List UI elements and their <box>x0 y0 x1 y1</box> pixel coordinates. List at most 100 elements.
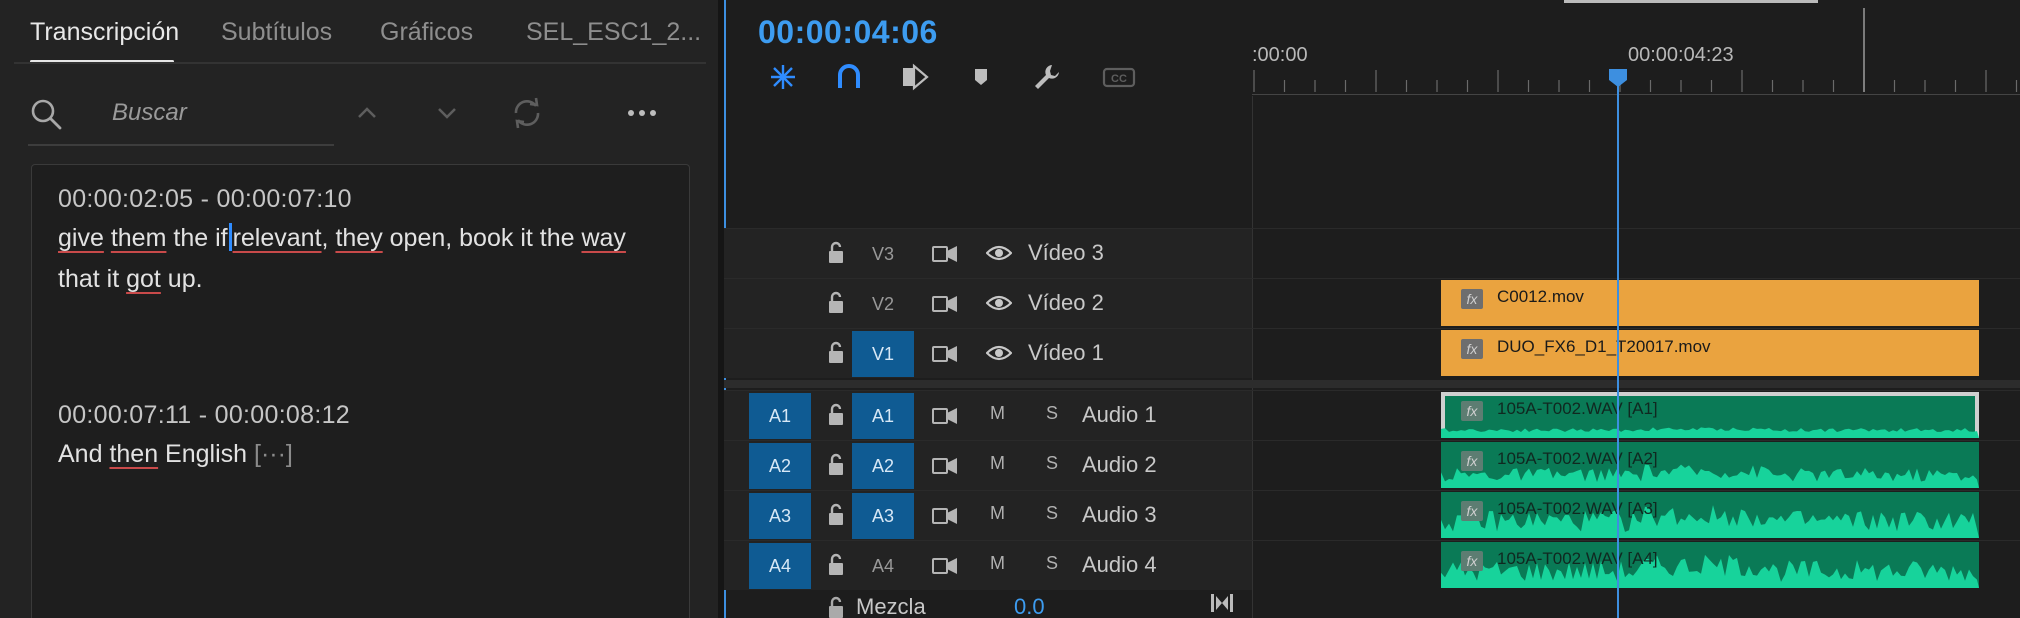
timeline-clip-v2[interactable]: fx C0012.mov <box>1441 280 1979 326</box>
tab-transcripcion[interactable]: Transcripción <box>30 18 179 47</box>
add-marker-icon[interactable] <box>966 62 996 92</box>
lock-track-icon[interactable] <box>826 553 846 577</box>
solo-button[interactable]: S <box>1046 453 1058 474</box>
playhead-handle[interactable] <box>1608 68 1628 88</box>
track-header-v3[interactable]: V3 Vídeo 3 <box>724 229 1252 278</box>
track-target-a3[interactable]: A3 <box>852 493 914 539</box>
lock-track-icon[interactable] <box>826 503 846 527</box>
fx-badge-icon[interactable]: fx <box>1461 451 1483 471</box>
tab-graficos[interactable]: Gráficos <box>380 18 473 47</box>
sync-lock-icon[interactable] <box>932 405 958 427</box>
transcript-word[interactable]: And <box>58 440 109 468</box>
refresh-icon[interactable] <box>510 96 544 130</box>
source-patch-a1[interactable]: A1 <box>749 393 811 439</box>
linked-selection-icon[interactable] <box>900 62 930 92</box>
lock-track-icon[interactable] <box>826 341 846 365</box>
timeline-panel: 00:00:04:06 CC :00:00 00:00:04:23 V3 Víd… <box>724 0 2020 618</box>
track-header-a1[interactable]: A1 A1 M S Audio 1 <box>724 391 1252 440</box>
fx-badge-icon[interactable]: fx <box>1461 289 1483 309</box>
tab-sequence[interactable]: SEL_ESC1_2... <box>526 18 701 47</box>
sync-lock-icon[interactable] <box>932 343 958 365</box>
source-patch-a3[interactable]: A3 <box>749 493 811 539</box>
captions-cc-icon[interactable]: CC <box>1102 62 1136 92</box>
track-target-v1[interactable]: V1 <box>852 331 914 377</box>
fx-badge-icon[interactable]: fx <box>1461 551 1483 571</box>
transcript-word[interactable]: way <box>581 224 625 252</box>
more-options-icon[interactable] <box>624 98 660 128</box>
transcript-word[interactable]: they <box>335 224 382 252</box>
sync-lock-icon[interactable] <box>932 455 958 477</box>
transcript-word[interactable]: them <box>111 224 167 252</box>
track-header-v1[interactable]: V1 Vídeo 1 <box>724 329 1252 378</box>
track-header-a3[interactable]: A3 A3 M S Audio 3 <box>724 491 1252 540</box>
lock-track-icon[interactable] <box>826 403 846 427</box>
timeline-clip-a2[interactable]: fx 105A-T002.WAV [A2] <box>1441 442 1979 488</box>
tab-subtitulos[interactable]: Subtítulos <box>221 18 332 47</box>
transcript-segment-2[interactable]: 00:00:07:11 - 00:00:08:12 And then Engli… <box>58 401 668 475</box>
mute-button[interactable]: M <box>990 403 1005 424</box>
transcript-word[interactable]: English <box>158 440 254 468</box>
toggle-output-eye-icon[interactable] <box>986 293 1012 313</box>
transcript-word[interactable]: , <box>322 224 336 252</box>
solo-button[interactable]: S <box>1046 503 1058 524</box>
timeline-clip-a3[interactable]: fx 105A-T002.WAV [A3] <box>1441 492 1979 538</box>
playhead-timecode[interactable]: 00:00:04:06 <box>758 14 938 51</box>
lock-track-icon[interactable] <box>826 291 846 315</box>
track-target-a4[interactable]: A4 <box>852 543 914 589</box>
timeline-clip-a4[interactable]: fx 105A-T002.WAV [A4] <box>1441 542 1979 588</box>
playhead-line[interactable] <box>1617 70 1619 618</box>
sync-lock-icon[interactable] <box>932 293 958 315</box>
wrench-settings-icon[interactable] <box>1032 62 1062 92</box>
time-ruler[interactable]: :00:00 00:00:04:23 <box>1252 0 2020 96</box>
fx-badge-icon[interactable]: fx <box>1461 501 1483 521</box>
transcript-word[interactable]: open, book it the <box>383 224 582 252</box>
toggle-output-eye-icon[interactable] <box>986 343 1012 363</box>
transcript-content[interactable]: 00:00:02:05 - 00:00:07:10 give them the … <box>31 164 690 618</box>
track-header-a2[interactable]: A2 A2 M S Audio 2 <box>724 441 1252 490</box>
inaudible-marker[interactable]: [···] <box>254 440 293 468</box>
sync-lock-icon[interactable] <box>932 243 958 265</box>
segment-text[interactable]: And then English [···] <box>58 434 668 475</box>
track-target-v3[interactable]: V3 <box>852 231 914 277</box>
mix-collapse-icon[interactable] <box>1210 592 1234 614</box>
transcript-word[interactable]: that it <box>58 265 126 293</box>
track-target-a1[interactable]: A1 <box>852 393 914 439</box>
track-header-v2[interactable]: V2 Vídeo 2 <box>724 279 1252 328</box>
transcript-word[interactable]: up. <box>161 265 203 293</box>
lock-track-icon[interactable] <box>826 241 846 265</box>
source-patch-a4[interactable]: A4 <box>749 543 811 589</box>
timeline-clip-v1[interactable]: fx DUO_FX6_D1_T20017.mov <box>1441 330 1979 376</box>
mix-value[interactable]: 0.0 <box>1014 594 1045 618</box>
transcript-word[interactable]: the if <box>166 224 227 252</box>
nest-sequence-icon[interactable] <box>768 62 798 92</box>
sync-lock-icon[interactable] <box>932 505 958 527</box>
transcript-segment-1[interactable]: 00:00:02:05 - 00:00:07:10 give them the … <box>58 185 668 300</box>
track-target-a2[interactable]: A2 <box>852 443 914 489</box>
track-header-a4[interactable]: A4 A4 M S Audio 4 <box>724 541 1252 590</box>
chevron-down-icon[interactable] <box>432 98 462 128</box>
transcript-word[interactable]: got <box>126 265 161 293</box>
chevron-up-icon[interactable] <box>352 98 382 128</box>
toggle-output-eye-icon[interactable] <box>986 243 1012 263</box>
segment-text[interactable]: give them the if relevant, they open, boo… <box>58 218 668 300</box>
video-audio-divider[interactable] <box>724 380 2020 388</box>
transcript-word[interactable]: give <box>58 224 104 252</box>
search-input[interactable] <box>112 96 332 130</box>
solo-button[interactable]: S <box>1046 403 1058 424</box>
transcript-word[interactable]: then <box>109 440 158 468</box>
transcript-word[interactable] <box>104 224 111 252</box>
sync-lock-icon[interactable] <box>932 555 958 577</box>
fx-badge-icon[interactable]: fx <box>1461 339 1483 359</box>
mix-lock-icon[interactable] <box>826 596 846 618</box>
transcript-word[interactable]: relevant <box>233 224 322 252</box>
fx-badge-icon[interactable]: fx <box>1461 401 1483 421</box>
mute-button[interactable]: M <box>990 453 1005 474</box>
mute-button[interactable]: M <box>990 503 1005 524</box>
snap-magnet-icon[interactable] <box>834 62 864 92</box>
solo-button[interactable]: S <box>1046 553 1058 574</box>
source-patch-a2[interactable]: A2 <box>749 443 811 489</box>
mute-button[interactable]: M <box>990 553 1005 574</box>
track-target-v2[interactable]: V2 <box>852 281 914 327</box>
lock-track-icon[interactable] <box>826 453 846 477</box>
timeline-clip-a1[interactable]: fx 105A-T002.WAV [A1] <box>1441 392 1979 438</box>
